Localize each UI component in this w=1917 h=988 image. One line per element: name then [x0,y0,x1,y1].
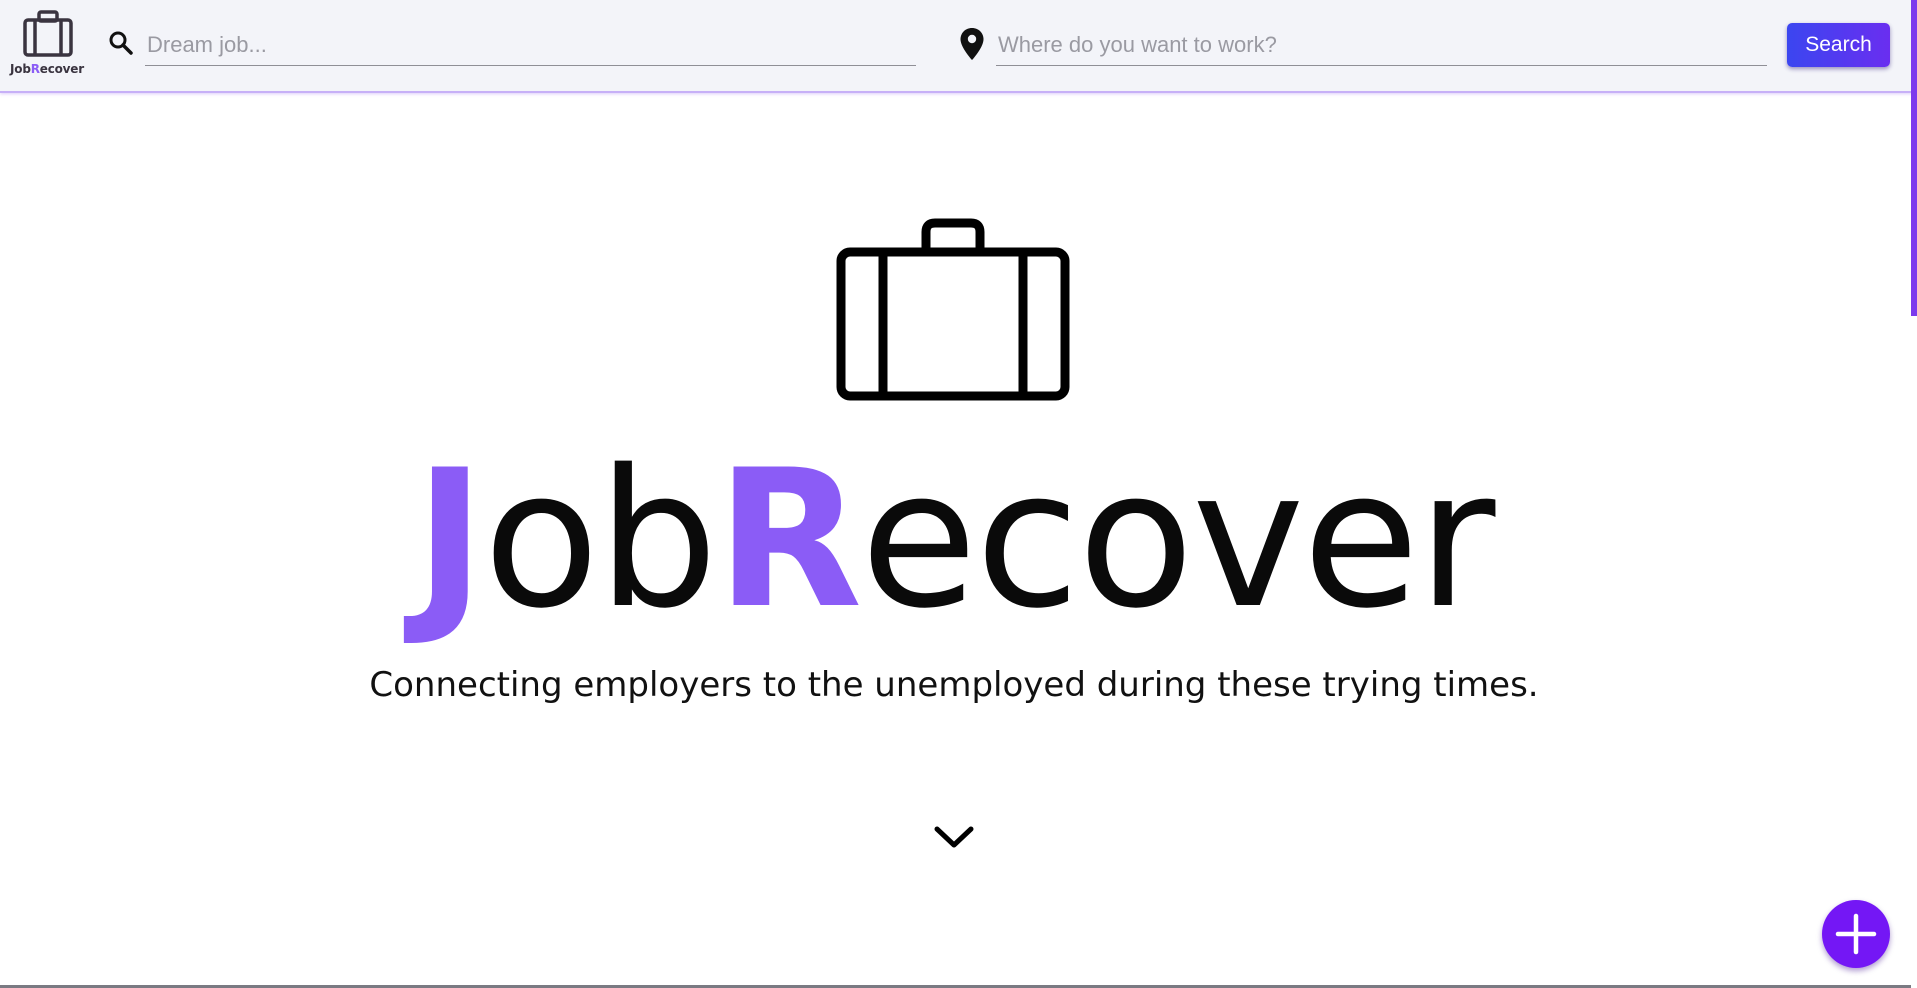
briefcase-icon [836,218,1070,401]
brand-title-ob: ob [483,429,718,650]
brand-title: JobRecover [0,440,1908,640]
job-search-input[interactable] [145,24,916,66]
scrollbar[interactable] [1911,0,1917,988]
logo[interactable]: JobRecover [8,10,86,80]
logo-text-accent: R [30,62,40,76]
tagline: Connecting employers to the unemployed d… [369,665,1539,705]
plus-icon [1835,913,1877,955]
brand-title-j: J [414,429,486,650]
search-button[interactable]: Search [1787,23,1890,67]
brand-title-r: R [716,429,862,650]
brand-title-ecover: ecover [860,429,1495,650]
scrollbar-thumb[interactable] [1911,0,1917,316]
location-pin-icon [960,28,984,60]
top-navbar: JobRecover Search [0,0,1917,93]
location-input[interactable] [996,24,1767,66]
logo-text-suffix: ecover [39,62,84,76]
logo-text-prefix: Job [10,62,31,76]
search-icon [109,31,133,55]
add-job-button[interactable] [1822,900,1890,968]
logo-text: JobRecover [8,62,86,76]
chevron-down-icon[interactable] [933,820,975,854]
briefcase-icon [23,10,73,57]
